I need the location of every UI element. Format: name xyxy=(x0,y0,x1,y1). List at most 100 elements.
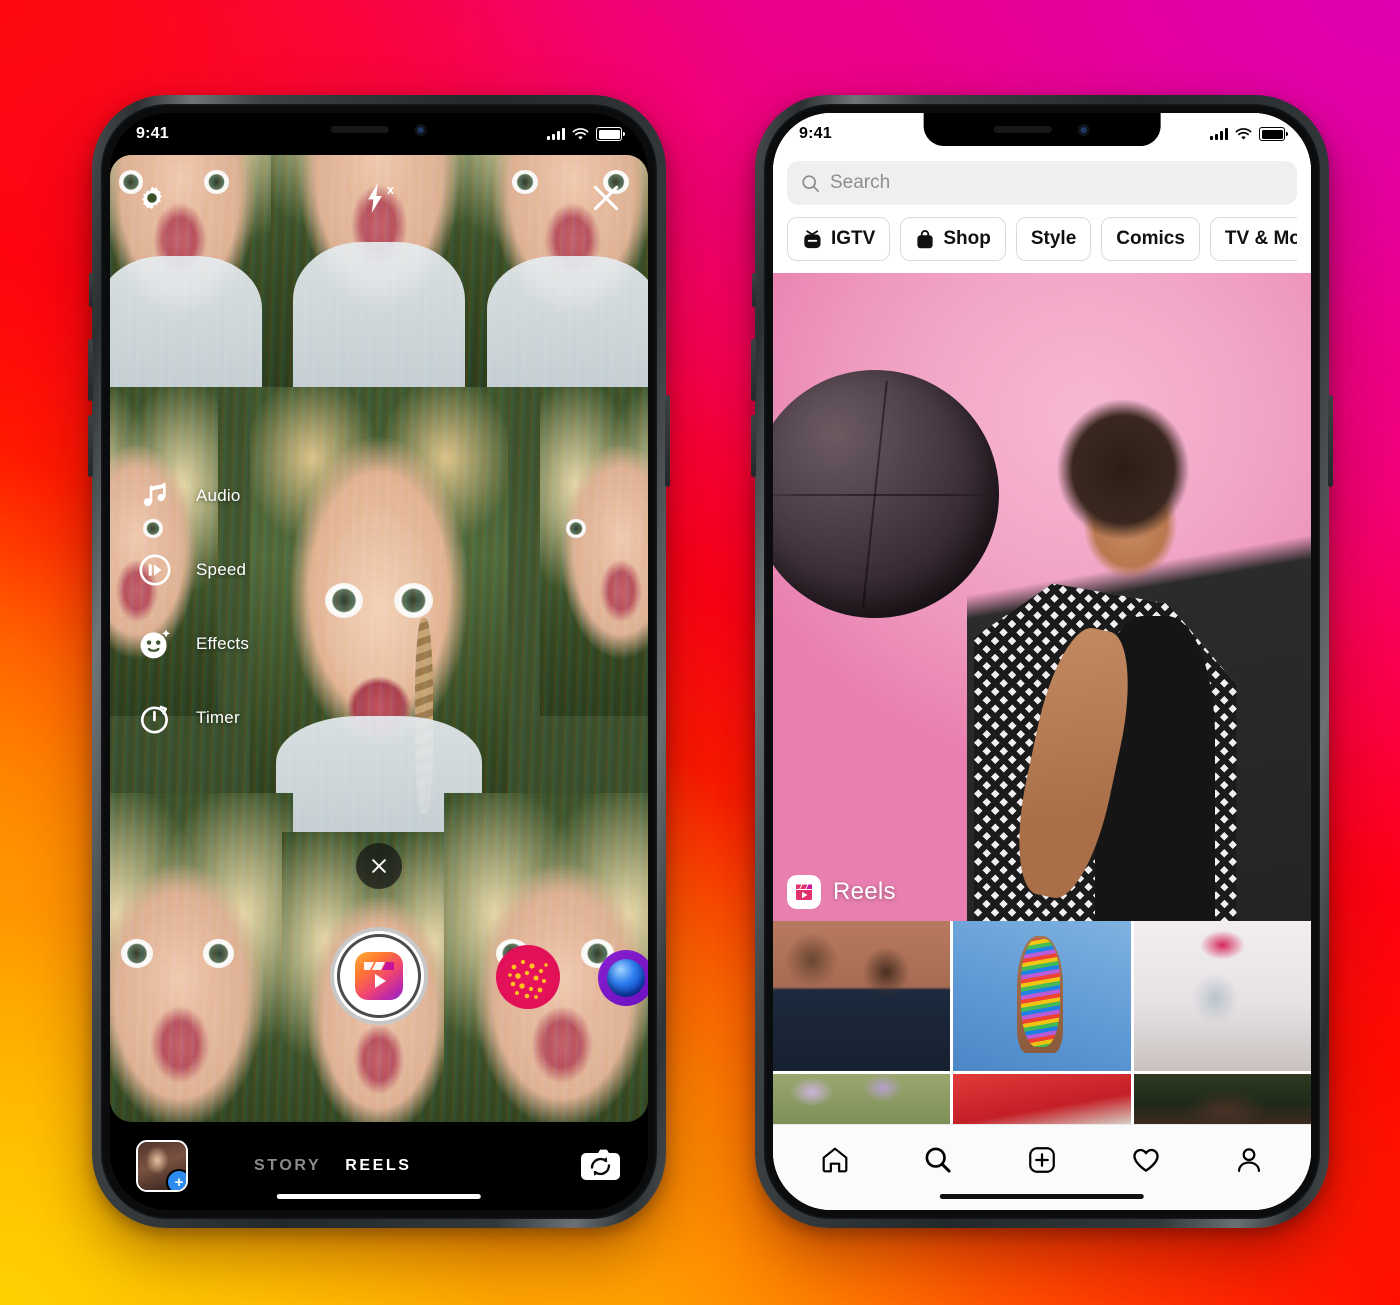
sidebar-item-speed[interactable]: Speed xyxy=(136,551,249,589)
timer-clock-icon xyxy=(136,699,174,737)
battery-full-icon xyxy=(596,127,625,141)
right-status-indicators xyxy=(1210,127,1288,141)
reels-badge: Reels xyxy=(787,875,896,909)
grid-item[interactable] xyxy=(953,921,1131,1071)
mute-switch[interactable] xyxy=(752,273,756,307)
pill-tv-and-movies[interactable]: TV & Movies xyxy=(1209,217,1297,261)
left-phone-device: 9:41 x Audio Speed Effects Timer + STORY… xyxy=(88,95,670,1228)
wifi-icon xyxy=(1235,127,1252,140)
screenshot-canvas: 9:41 x Audio Speed Effects Timer + STORY… xyxy=(0,0,1400,1305)
left-status-indicators xyxy=(547,127,625,141)
grid-item[interactable] xyxy=(953,1074,1131,1124)
right-phone-screen: 9:41 Search IGTV Shop Style Comics TV & … xyxy=(773,113,1311,1210)
reels-clapperboard-icon xyxy=(355,952,403,1000)
camera-side-menu: Audio Speed Effects Timer xyxy=(136,477,249,737)
tab-search[interactable] xyxy=(921,1143,955,1177)
close-x-icon xyxy=(372,859,386,873)
pill-label: TV & Movies xyxy=(1224,228,1297,249)
power-button[interactable] xyxy=(1328,395,1333,487)
sidebar-item-label: Speed xyxy=(196,560,247,579)
flip-camera-icon[interactable] xyxy=(578,1147,622,1185)
tab-reels[interactable]: REELS xyxy=(345,1157,411,1175)
tab-story[interactable]: STORY xyxy=(254,1157,321,1175)
sidebar-item-effects[interactable]: Effects xyxy=(136,625,249,663)
front-camera xyxy=(415,123,427,136)
home-indicator[interactable] xyxy=(276,1194,482,1199)
grid-item[interactable] xyxy=(773,921,951,1071)
front-camera xyxy=(1078,123,1090,136)
battery-full-icon xyxy=(1259,127,1288,141)
sidebar-item-audio[interactable]: Audio xyxy=(136,477,249,515)
pill-comics[interactable]: Comics xyxy=(1101,217,1200,261)
explore-grid xyxy=(773,921,1311,1124)
plus-square-icon xyxy=(1029,1146,1055,1173)
category-pill-row[interactable]: IGTV Shop Style Comics TV & Mo xyxy=(787,205,1297,273)
search-input[interactable]: Search xyxy=(787,161,1297,205)
pill-igtv[interactable]: IGTV xyxy=(787,217,891,261)
left-status-time: 9:41 xyxy=(136,125,169,142)
effect-hearts-confetti[interactable] xyxy=(496,945,560,1009)
cellular-bars-icon xyxy=(547,128,565,140)
igtv-icon xyxy=(804,229,821,248)
dismiss-menu-button[interactable] xyxy=(356,843,402,889)
pill-label: Shop xyxy=(943,228,991,249)
gallery-thumbnail[interactable]: + xyxy=(136,1140,188,1192)
tab-home[interactable] xyxy=(818,1143,852,1177)
sidebar-item-label: Effects xyxy=(196,634,250,653)
music-note-icon xyxy=(136,477,174,515)
search-placeholder: Search xyxy=(830,172,891,193)
camera-top-controls: x xyxy=(110,155,648,241)
earpiece-speaker xyxy=(994,126,1052,133)
hero-image xyxy=(773,273,1311,921)
sidebar-item-label: Timer xyxy=(196,708,240,727)
camera-viewfinder[interactable]: x Audio Speed Effects Timer xyxy=(110,155,648,1122)
capture-mode-tabs: STORY REELS xyxy=(188,1157,578,1175)
cellular-bars-icon xyxy=(1210,128,1228,140)
hero-reel-card[interactable]: Reels xyxy=(773,273,1311,921)
right-status-time: 9:41 xyxy=(799,125,832,142)
volume-up-button[interactable] xyxy=(88,339,93,401)
basketball xyxy=(773,370,999,618)
power-button[interactable] xyxy=(665,395,670,487)
left-phone-screen: 9:41 x Audio Speed Effects Timer + STORY… xyxy=(110,113,648,1210)
hero-subject xyxy=(966,376,1311,921)
speed-play-icon xyxy=(136,551,174,589)
reels-clapperboard-icon xyxy=(787,875,821,909)
tab-activity[interactable] xyxy=(1129,1143,1163,1177)
tab-create[interactable] xyxy=(1025,1143,1059,1177)
volume-down-button[interactable] xyxy=(88,415,93,477)
search-icon xyxy=(802,174,819,192)
pill-style[interactable]: Style xyxy=(1015,217,1092,261)
pill-shop[interactable]: Shop xyxy=(900,217,1006,261)
notch xyxy=(923,113,1161,146)
volume-down-button[interactable] xyxy=(751,415,756,477)
sidebar-item-timer[interactable]: Timer xyxy=(136,699,249,737)
flash-off-icon[interactable]: x xyxy=(364,182,394,214)
right-phone-device: 9:41 Search IGTV Shop Style Comics TV & … xyxy=(751,95,1333,1228)
notch xyxy=(260,113,498,146)
right-phone-bezel: 9:41 Search IGTV Shop Style Comics TV & … xyxy=(764,104,1320,1219)
gear-icon[interactable] xyxy=(136,182,168,214)
reels-badge-label: Reels xyxy=(833,878,896,905)
shopping-bag-icon xyxy=(917,229,933,248)
effect-blue-orb[interactable] xyxy=(598,950,648,1006)
tab-profile[interactable] xyxy=(1232,1143,1266,1177)
add-story-badge[interactable]: + xyxy=(166,1169,186,1190)
confetti-sparkles-icon xyxy=(496,945,560,1009)
mute-switch[interactable] xyxy=(89,273,93,307)
close-x-icon[interactable] xyxy=(590,182,622,214)
profile-person-icon xyxy=(1238,1147,1261,1172)
left-phone-bezel: 9:41 x Audio Speed Effects Timer + STORY… xyxy=(101,104,657,1219)
pill-label: IGTV xyxy=(831,228,876,249)
pill-label: Style xyxy=(1030,228,1077,249)
smiley-sparkle-icon xyxy=(136,625,174,663)
grid-item[interactable] xyxy=(773,1074,951,1124)
home-indicator[interactable] xyxy=(939,1194,1145,1199)
record-button[interactable] xyxy=(330,927,428,1025)
grid-item[interactable] xyxy=(1133,921,1311,1071)
sidebar-item-label: Audio xyxy=(196,486,241,505)
volume-up-button[interactable] xyxy=(751,339,756,401)
wifi-icon xyxy=(572,127,589,140)
grid-item[interactable] xyxy=(1133,1074,1311,1124)
search-icon xyxy=(925,1147,951,1173)
